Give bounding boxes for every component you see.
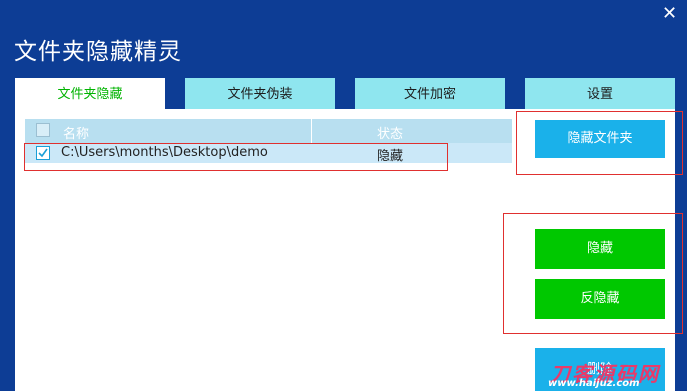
close-icon[interactable]: ✕ <box>662 5 678 23</box>
tab-folder-disguise[interactable]: 文件夹伪装 <box>185 78 335 109</box>
list-header: 名称 状态 <box>25 119 512 143</box>
column-header-status[interactable]: 状态 <box>377 123 403 142</box>
select-all-checkbox[interactable] <box>36 123 50 137</box>
highlight-box-hide-folder <box>516 111 683 175</box>
watermark: 刀客源码网 www.haijuz.com <box>520 358 687 391</box>
app-window: ✕ 文件夹隐藏精灵 文件夹隐藏 文件夹伪装 文件加密 设置 名称 状态 C:\U… <box>0 0 687 391</box>
highlight-box-row <box>24 143 448 171</box>
tab-settings[interactable]: 设置 <box>525 78 675 109</box>
tab-folder-hide[interactable]: 文件夹隐藏 <box>15 78 165 111</box>
highlight-box-actions <box>503 213 683 334</box>
watermark-url: www.haijuz.com <box>548 378 640 389</box>
column-header-name[interactable]: 名称 <box>63 123 89 142</box>
app-title: 文件夹隐藏精灵 <box>14 39 182 65</box>
column-divider <box>311 119 312 143</box>
tab-file-encrypt[interactable]: 文件加密 <box>355 78 505 109</box>
